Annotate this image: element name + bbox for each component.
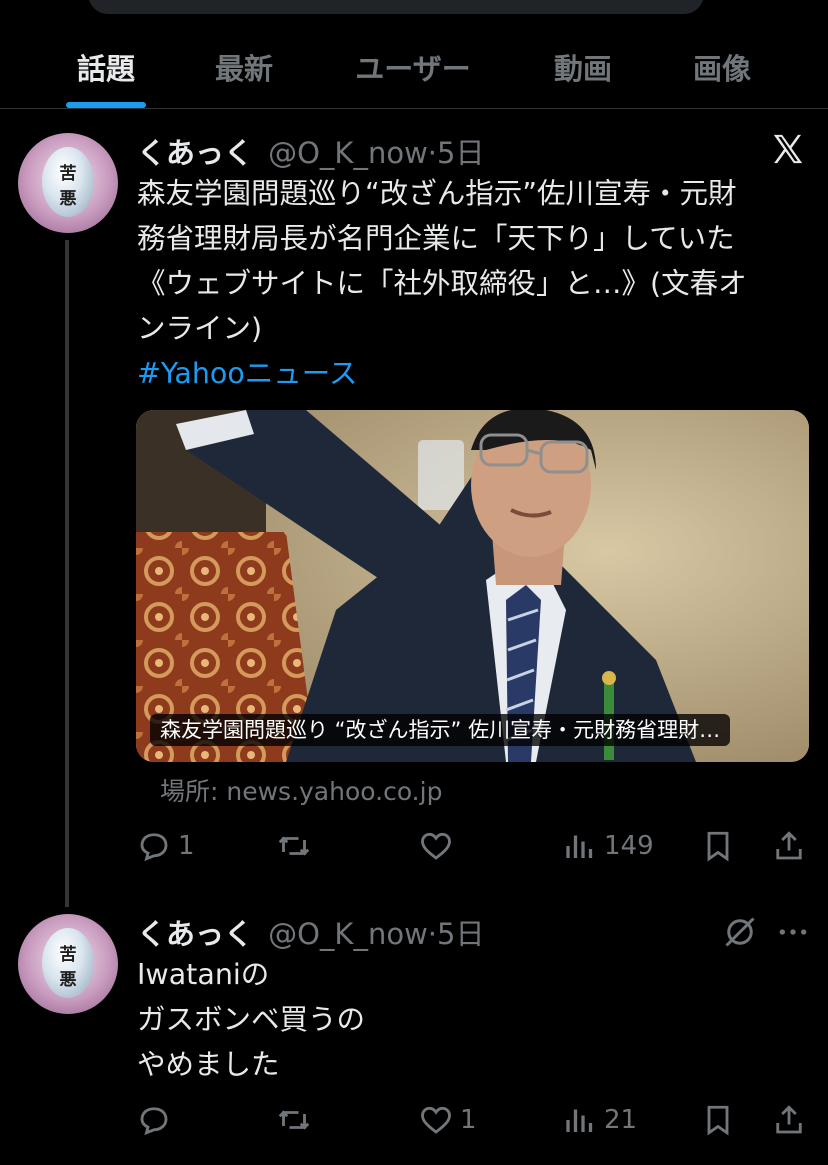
- retweet-button[interactable]: [276, 1098, 318, 1142]
- views-button[interactable]: 149: [562, 824, 654, 868]
- analytics-icon: [566, 1109, 593, 1132]
- view-count: 21: [604, 1105, 638, 1135]
- reply-button[interactable]: [136, 1098, 178, 1142]
- bookmark-icon: [707, 1105, 729, 1136]
- display-name[interactable]: くあっく: [137, 136, 253, 170]
- muted-icon[interactable]: [722, 914, 758, 950]
- views-button[interactable]: 21: [562, 1098, 637, 1142]
- avatar[interactable]: 苦 悪: [18, 914, 118, 1014]
- tab-videos[interactable]: 動画: [554, 46, 612, 88]
- active-tab-indicator: [66, 102, 146, 108]
- retweet-icon: [278, 1110, 310, 1130]
- tweet-text-line: やめました: [137, 1048, 280, 1081]
- reply-button[interactable]: 1: [136, 824, 195, 868]
- share-button[interactable]: [771, 824, 807, 868]
- tweet-text-line: 《ウェブサイトに「社外取締役」と…》(文春オ: [137, 267, 747, 300]
- tweet-header: くあっく @O_K_now·5日: [137, 911, 484, 951]
- heart-icon: [421, 832, 451, 860]
- thread-connector-line: [65, 240, 69, 907]
- like-count: 1: [460, 1105, 477, 1135]
- bookmark-icon: [707, 831, 729, 862]
- news-photo: [136, 410, 809, 762]
- avatar-text: 苦: [59, 945, 77, 965]
- tweet-text-line: 森友学園問題巡り“改ざん指示”佐川宣寿・元財: [137, 177, 737, 210]
- tweet-text: Iwataniの ガスボンベ買うの やめました: [137, 952, 813, 1087]
- like-button[interactable]: [418, 824, 460, 868]
- tweet-actions: 1 149: [0, 824, 828, 868]
- avatar[interactable]: 苦 悪: [18, 133, 118, 233]
- card-headline: 森友学園問題巡り “改ざん指示” 佐川宣寿・元財務省理財…: [150, 714, 731, 746]
- hashtag-link[interactable]: #Yahooニュース: [137, 351, 813, 396]
- bookmark-button[interactable]: [700, 1098, 736, 1142]
- reply-icon: [140, 833, 168, 862]
- analytics-icon: [566, 835, 593, 858]
- avatar-egg-image: 苦 悪: [42, 147, 94, 217]
- tweet-text-line: ンライン): [137, 312, 263, 345]
- tweet-text-line: Iwataniの: [137, 958, 270, 991]
- card-source[interactable]: 場所: news.yahoo.co.jp: [160, 772, 442, 808]
- avatar-egg-image: 苦 悪: [42, 928, 94, 998]
- search-tabs: 話題 最新 ユーザー 動画 画像: [0, 32, 828, 109]
- reply-icon: [140, 1107, 168, 1136]
- share-icon: [776, 831, 802, 860]
- share-icon: [776, 1105, 802, 1134]
- reply-count: 1: [178, 831, 195, 861]
- avatar-text: 悪: [59, 970, 77, 990]
- search-bar[interactable]: [88, 0, 704, 14]
- x-logo-icon[interactable]: [771, 132, 805, 166]
- user-handle[interactable]: @O_K_now: [268, 136, 428, 170]
- tweet-time[interactable]: ·5日: [428, 917, 485, 951]
- view-count: 149: [604, 831, 654, 861]
- link-card[interactable]: 森友学園問題巡り “改ざん指示” 佐川宣寿・元財務省理財…: [136, 410, 809, 762]
- display-name[interactable]: くあっく: [137, 917, 253, 951]
- tweet-time[interactable]: ·5日: [428, 136, 485, 170]
- tab-users[interactable]: ユーザー: [355, 46, 470, 88]
- more-options-icon[interactable]: [776, 916, 810, 948]
- tweet-text-line: 務省理財局長が名門企業に「天下り」していた: [137, 222, 735, 255]
- heart-icon: [421, 1106, 451, 1134]
- tweet-actions: 1 21: [0, 1098, 828, 1142]
- user-handle[interactable]: @O_K_now: [268, 917, 428, 951]
- bookmark-button[interactable]: [700, 824, 736, 868]
- retweet-button[interactable]: [276, 824, 318, 868]
- tweet-header: くあっく @O_K_now·5日: [137, 130, 484, 170]
- tweet-text: 森友学園問題巡り“改ざん指示”佐川宣寿・元財 務省理財局長が名門企業に「天下り」…: [137, 171, 813, 396]
- avatar-text: 悪: [59, 189, 77, 209]
- tab-latest[interactable]: 最新: [215, 46, 273, 88]
- avatar-text: 苦: [59, 164, 77, 184]
- like-button[interactable]: 1: [418, 1098, 477, 1142]
- retweet-icon: [278, 836, 310, 856]
- tab-trending[interactable]: 話題: [77, 46, 135, 88]
- share-button[interactable]: [771, 1098, 807, 1142]
- tweet-text-line: ガスボンベ買うの: [137, 1003, 366, 1036]
- tab-images[interactable]: 画像: [693, 46, 751, 88]
